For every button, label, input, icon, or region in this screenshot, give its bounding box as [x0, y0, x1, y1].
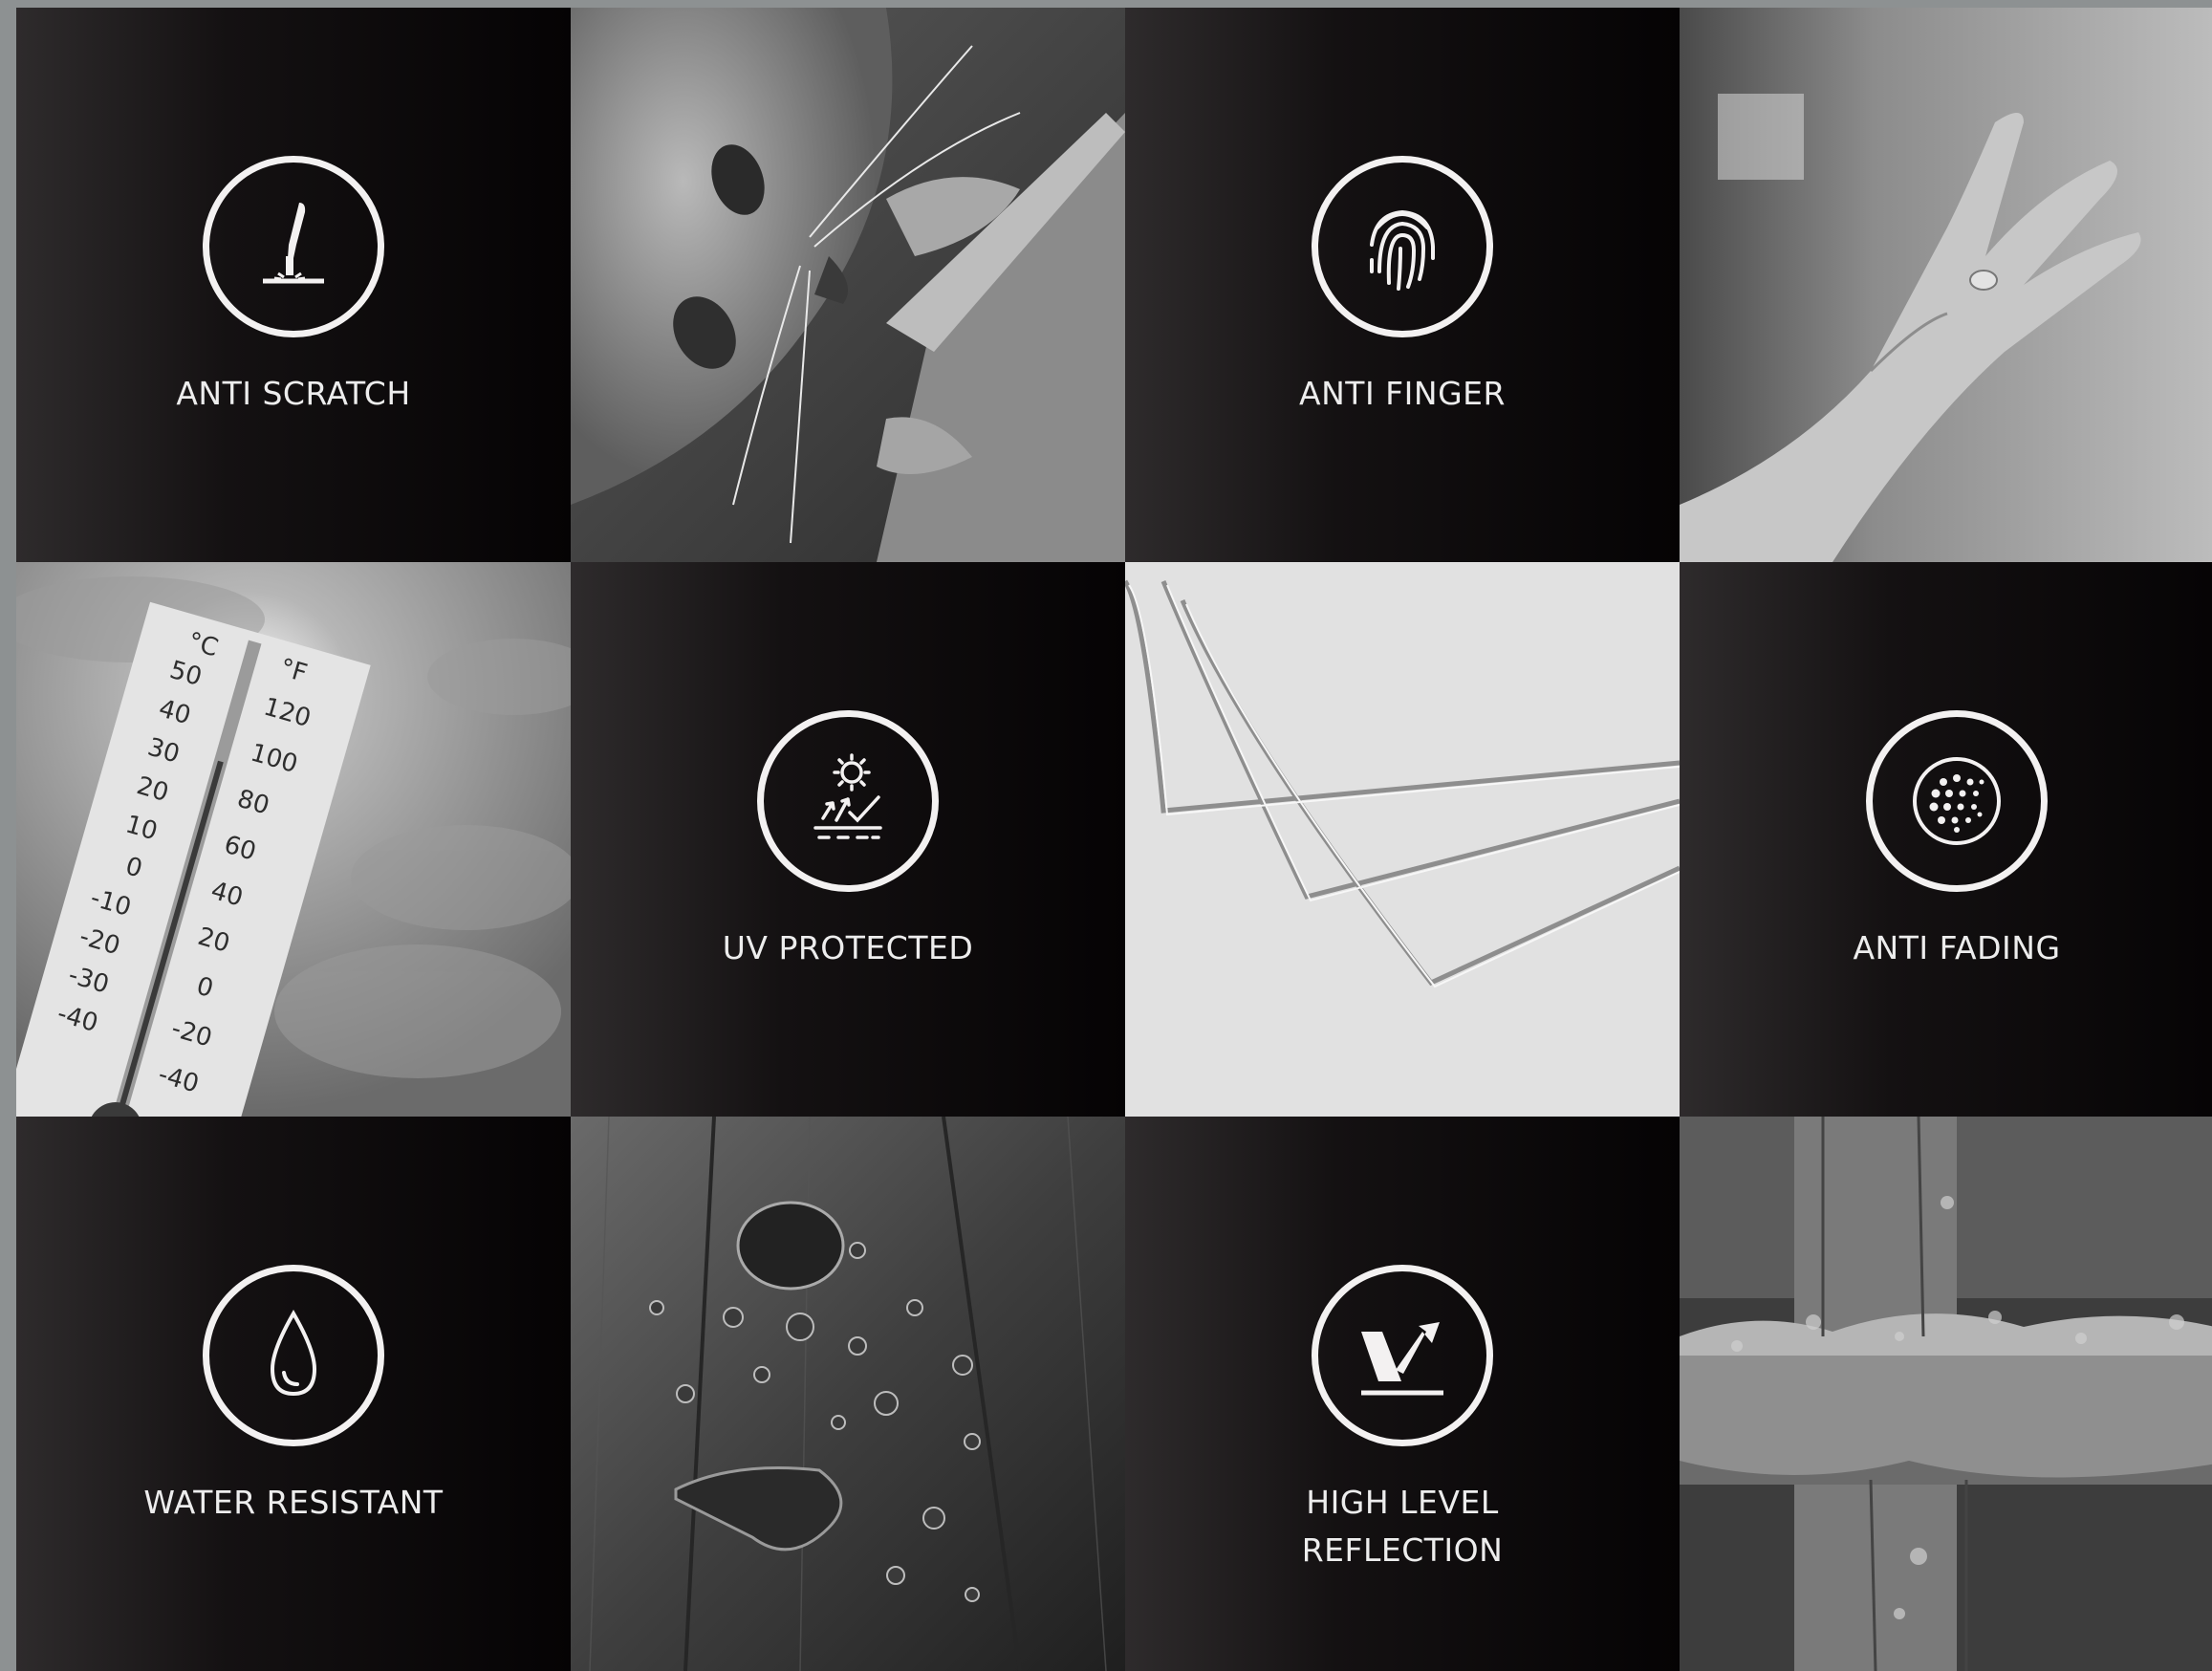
water-droplets-wood-photo — [571, 1117, 1125, 1671]
anti-fading-label: ANTI FADING — [1853, 929, 2061, 966]
anti-fading-badge — [1866, 710, 2048, 892]
reflection-check-icon — [1361, 1322, 1443, 1396]
acrylic-sheets-photo — [1125, 562, 1680, 1117]
anti-scratch-tile: ANTI SCRATCH — [16, 8, 571, 562]
water-resistant-tile: WATER RESISTANT — [16, 1117, 571, 1671]
water-drop-icon — [270, 1310, 317, 1397]
thermometer-sky-photo: °C °F 50 40 30 20 10 0 -10 -20 -30 -40 1… — [16, 562, 571, 1117]
high-level-reflection-label: HIGH LEVEL REFLECTION — [1301, 1484, 1504, 1569]
high-level-reflection-tile: HIGH LEVEL REFLECTION — [1125, 1117, 1680, 1671]
water-resistant-label: WATER RESISTANT — [143, 1484, 444, 1521]
anti-finger-badge — [1312, 156, 1493, 337]
cat-scratching-photo — [571, 8, 1125, 562]
water-resistant-badge — [203, 1265, 384, 1446]
scratch-tool-icon — [263, 203, 324, 284]
uv-protected-label: UV PROTECTED — [722, 929, 974, 966]
termite-damaged-wood-photo — [1680, 1117, 2212, 1671]
anti-scratch-badge — [203, 156, 384, 337]
high-level-reflection-badge — [1312, 1265, 1493, 1446]
anti-finger-tile: ANTI FINGER — [1125, 8, 1680, 562]
uv-sun-icon — [813, 753, 882, 839]
uv-protected-tile: UV PROTECTED — [571, 562, 1125, 1117]
hand-on-wall-photo — [1680, 8, 2212, 562]
uv-protected-badge — [757, 710, 939, 892]
fingerprint-icon — [1370, 209, 1435, 291]
dotted-circle-icon — [1913, 757, 2001, 845]
anti-scratch-label: ANTI SCRATCH — [176, 375, 411, 412]
feature-grid: ANTI SCRATCH ANTI FINGER °C °F 50 40 30 … — [16, 8, 2212, 1671]
anti-fading-tile: ANTI FADING — [1680, 562, 2212, 1117]
anti-finger-label: ANTI FINGER — [1299, 375, 1506, 412]
